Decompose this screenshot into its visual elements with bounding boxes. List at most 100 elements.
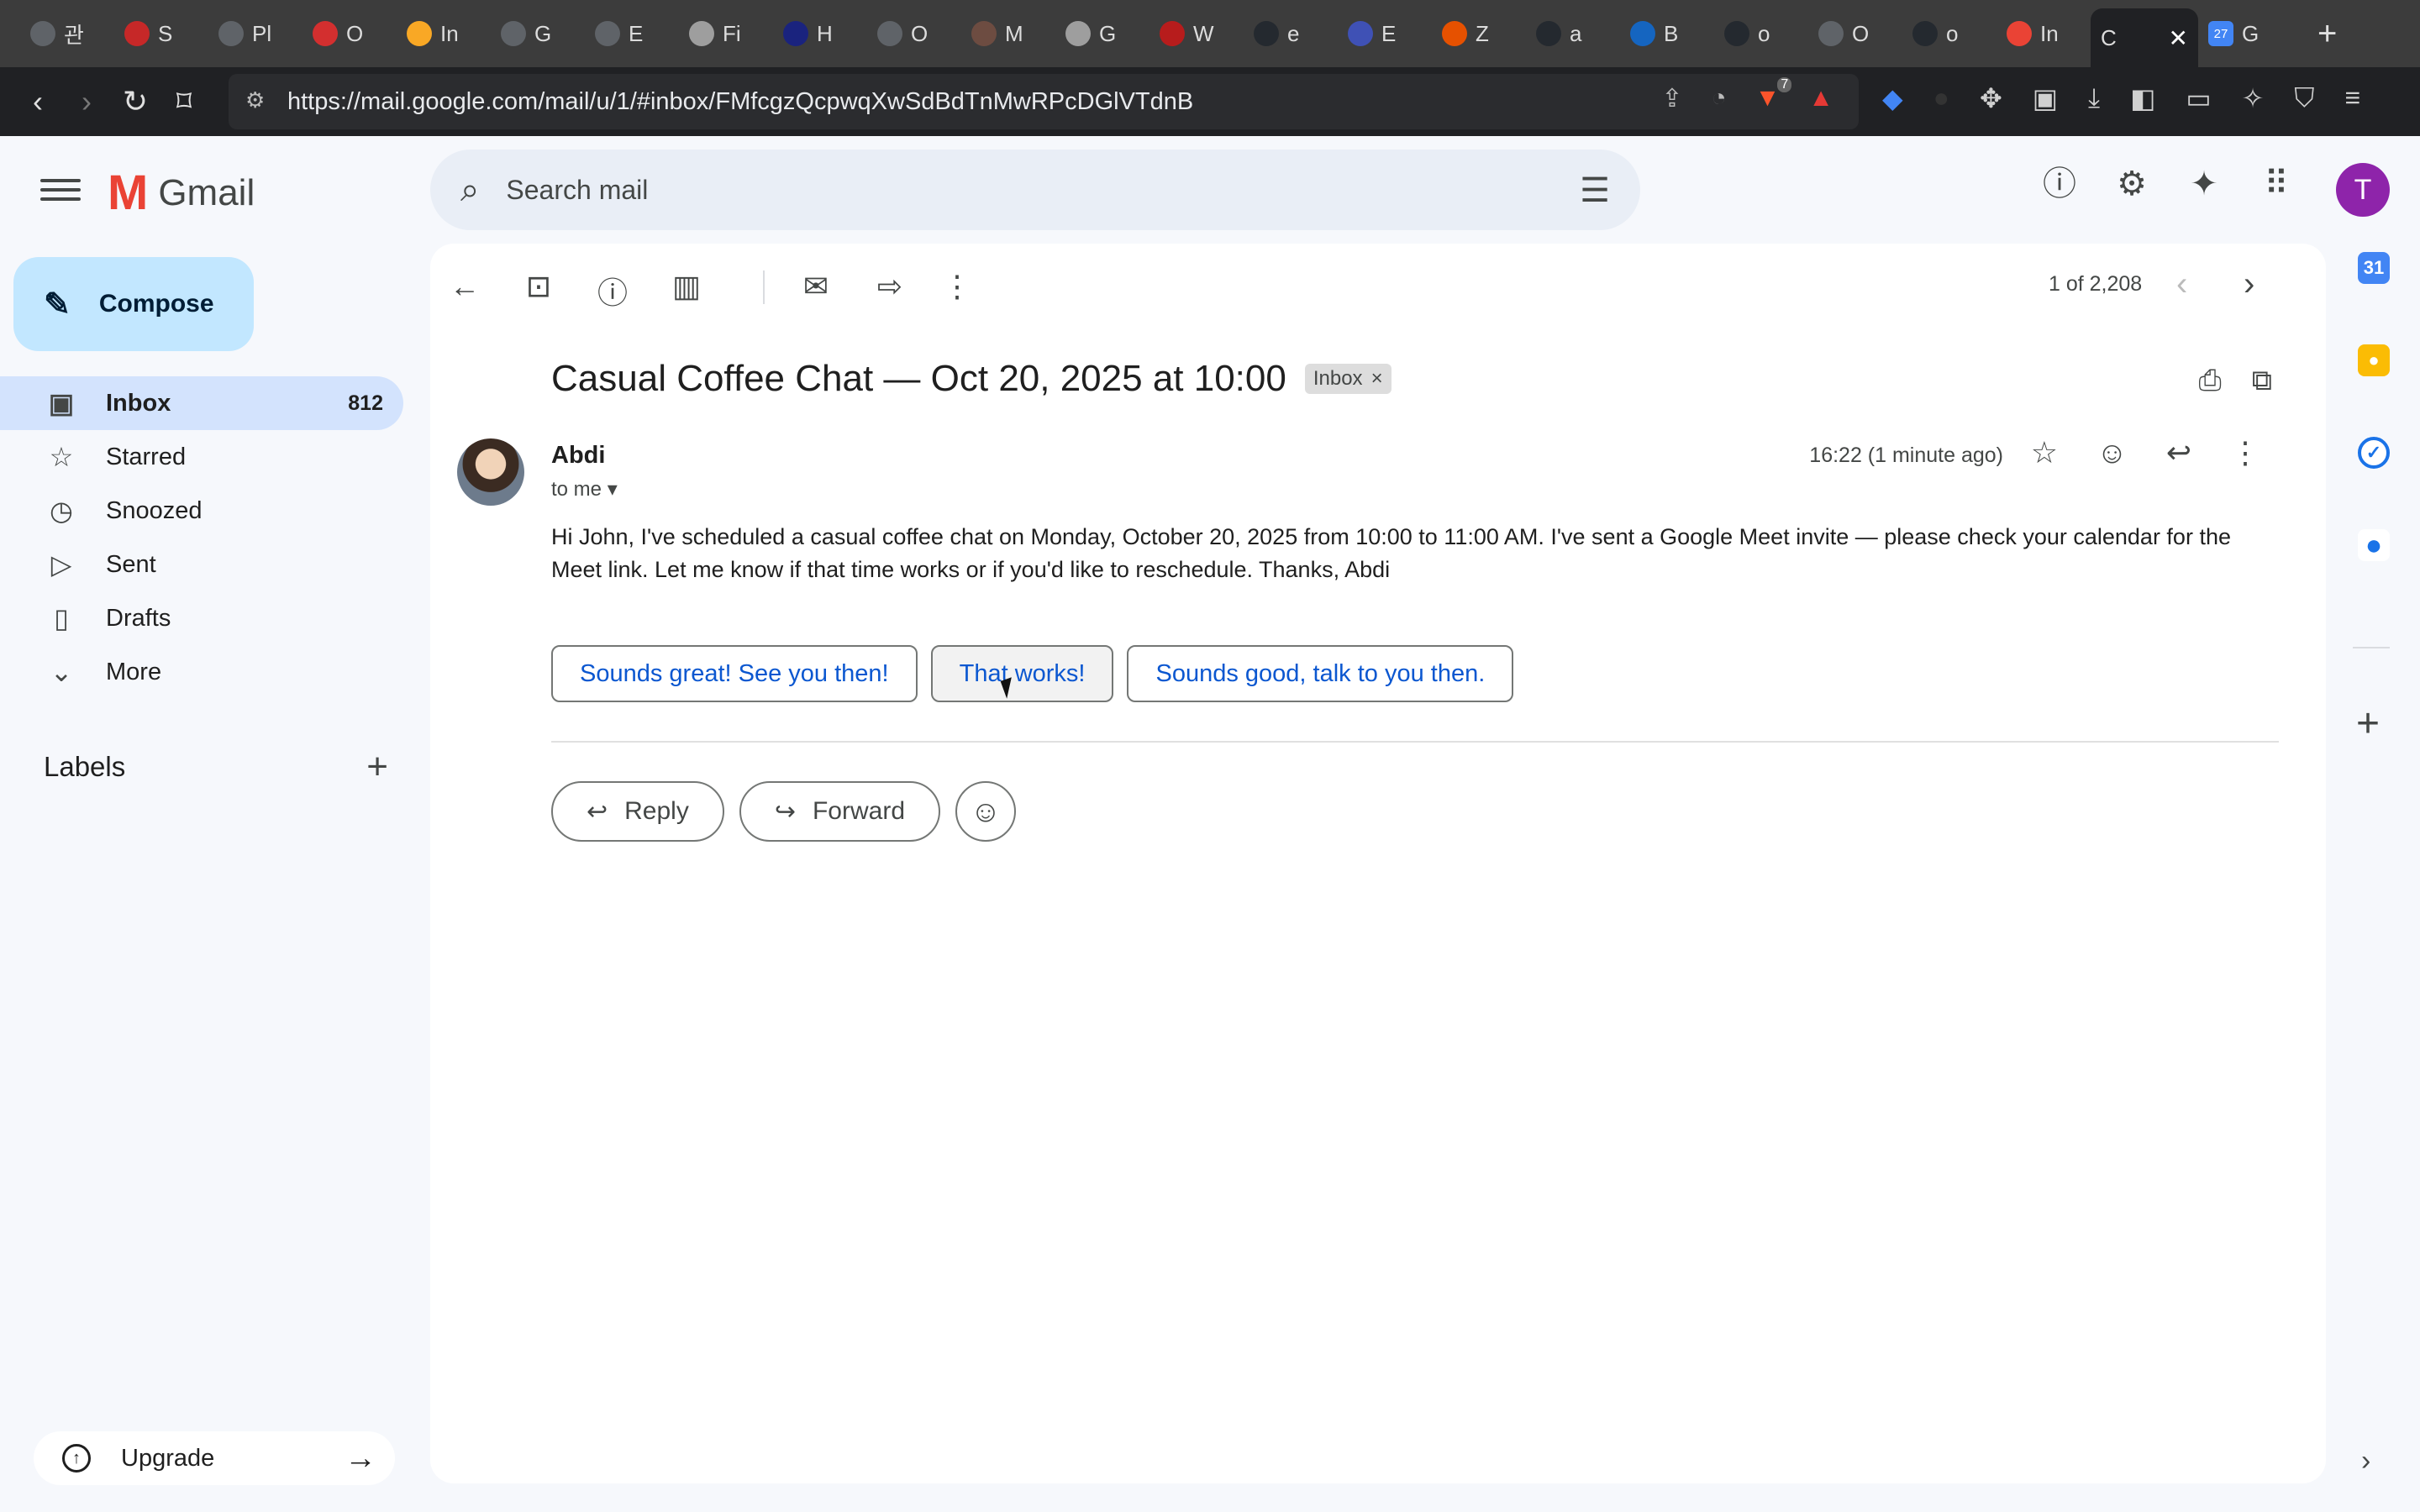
extension-icon[interactable]: ◆ [1882,82,1903,114]
brave-shields-icon[interactable]: ▼ 7 [1755,77,1792,113]
older-chevron-icon[interactable]: › [2244,265,2254,303]
search-options-icon[interactable]: ☰ [1580,171,1610,210]
emoji-reaction-button[interactable]: ☺ [955,781,1017,842]
star-icon[interactable]: ☆ [2031,435,2058,470]
sidebar-item-snoozed[interactable]: ◷ Snoozed [0,484,403,538]
more-vert-icon[interactable]: ⋮ [2230,435,2260,470]
browser-tab[interactable]: o [1714,7,1808,60]
caret-down-icon[interactable]: ▾ [608,478,618,501]
bookmark-icon[interactable]: ⌑ [160,84,208,119]
reload-icon[interactable]: ↻ [111,84,160,119]
sidebar-item-more[interactable]: ⌄ More [0,645,403,699]
reply-icon[interactable]: ↩ [2166,435,2191,470]
calendar-icon[interactable]: 31 [2358,252,2390,284]
forward-arrow-icon[interactable]: › [62,84,111,119]
smart-reply-button[interactable]: That works! [930,645,1114,702]
add-reaction-icon[interactable]: ☺ [2096,435,2128,470]
search-input[interactable]: Search mail [506,175,648,206]
browser-tab[interactable]: M [961,7,1055,60]
newer-chevron-icon[interactable]: ‹ [2176,265,2187,303]
sidebar-item-inbox[interactable]: ▣ Inbox 812 [0,376,403,430]
browser-tab[interactable]: E [1338,7,1432,60]
apps-grid-icon[interactable]: ⠿ [2257,165,2296,203]
sidebar-item-sent[interactable]: ▷ Sent [0,538,403,591]
tab-calendar[interactable]: 27 G [2198,7,2292,60]
sidebar-item-starred[interactable]: ☆ Starred [0,430,403,484]
vpn-shield-icon[interactable]: ⛉ [2294,82,2314,114]
get-addons-icon[interactable]: + [2356,701,2380,747]
open-new-window-icon[interactable]: ⧉ [2252,365,2272,397]
search-bar[interactable]: ⌕ Search mail ☰ [430,150,1640,230]
browser-tab[interactable]: Z [1432,7,1526,60]
archive-icon[interactable]: ⊡ [519,269,558,304]
add-label-icon[interactable]: + [366,746,388,788]
sidebar-item-drafts[interactable]: ▯ Drafts [0,591,403,645]
upgrade-label: Upgrade [121,1444,215,1472]
rss-icon[interactable]: ◔ [1711,84,1726,113]
gemini-sparkle-icon[interactable]: ✦ [2185,165,2223,203]
back-to-inbox-icon[interactable]: ← [445,269,484,304]
browser-tab[interactable]: o [1902,7,1996,60]
browser-tab[interactable]: O [1808,7,1902,60]
browser-tab[interactable]: G [491,7,585,60]
gmail-logo[interactable]: M Gmail [108,165,255,221]
menu-icon[interactable]: ≡ [2344,82,2360,114]
main-menu-icon[interactable] [40,173,81,207]
browser-tab[interactable]: S [114,7,208,60]
download-icon[interactable]: ⤓ [2088,82,2100,114]
close-tab-icon[interactable]: ✕ [2169,24,2188,52]
compose-button[interactable]: ✎ Compose [13,257,254,351]
smart-reply-button[interactable]: Sounds great! See you then! [551,645,918,702]
sender-name[interactable]: Abdi [551,442,605,470]
mark-unread-icon[interactable]: ✉ [797,269,835,304]
help-icon[interactable]: ⓘ [2040,165,2079,203]
wallet-icon[interactable]: ▭ [2186,82,2211,114]
share-icon[interactable]: ⇪ [1661,84,1682,113]
puzzle-icon[interactable]: ✥ [1980,82,2002,114]
browser-tab[interactable]: E [585,7,679,60]
browser-tab[interactable]: a [1526,7,1620,60]
keep-icon[interactable]: ● [2358,344,2390,376]
smart-reply-button[interactable]: Sounds good, talk to you then. [1127,645,1514,702]
hide-side-panel-icon[interactable]: › [2361,1445,2370,1478]
browser-tab[interactable]: e [1244,7,1338,60]
report-spam-icon[interactable]: ⓘ [593,269,632,312]
new-tab-button[interactable]: + [2317,15,2337,53]
browser-tab[interactable]: Fi [679,7,773,60]
sidebar-icon[interactable]: ◧ [2130,82,2155,114]
contacts-icon[interactable]: ● [2358,529,2390,561]
more-vert-icon[interactable]: ⋮ [938,269,976,304]
site-settings-icon[interactable]: ⚙ [245,87,274,116]
print-icon[interactable]: ⎙ [2199,365,2222,397]
forward-button[interactable]: ↪ Forward [739,781,941,842]
browser-tab[interactable]: B [1620,7,1714,60]
tasks-icon[interactable]: ✓ [2358,437,2390,469]
browser-tab[interactable]: O [302,7,397,60]
browser-tab[interactable]: In [397,7,491,60]
reply-button[interactable]: ↩ Reply [551,781,724,842]
address-bar[interactable]: ⚙ https://mail.google.com/mail/u/1/#inbo… [229,74,1859,129]
active-tab[interactable]: C ✕ [2091,8,2198,67]
delete-icon[interactable]: ▥ [667,269,706,304]
extension-dark-icon[interactable]: ● [1933,82,1949,114]
sender-avatar[interactable] [457,438,524,506]
move-to-icon[interactable]: ⇨ [871,269,909,304]
search-icon[interactable]: ⌕ [460,171,479,209]
browser-tab[interactable]: In [1996,7,2091,60]
remove-label-icon[interactable]: × [1371,367,1383,391]
browser-tab[interactable]: G [1055,7,1150,60]
leo-ai-icon[interactable]: ✧ [2242,82,2265,114]
settings-gear-icon[interactable]: ⚙ [2112,165,2151,203]
back-arrow-icon[interactable]: ‹ [13,84,62,119]
browser-tab[interactable]: W [1150,7,1244,60]
recipient-details[interactable]: to me ▾ [551,477,618,501]
browser-tab[interactable]: Pl [208,7,302,60]
upgrade-button[interactable]: ↑ Upgrade → [34,1431,395,1485]
browser-tab[interactable]: O [867,7,961,60]
reader-icon[interactable]: ▣ [2033,82,2058,114]
account-avatar[interactable]: T [2336,163,2390,217]
tab-favicon-icon [783,21,808,46]
browser-tab[interactable]: 관 [20,7,114,60]
browser-tab[interactable]: H [773,7,867,60]
brave-rewards-icon[interactable]: ▲ [1808,84,1833,113]
